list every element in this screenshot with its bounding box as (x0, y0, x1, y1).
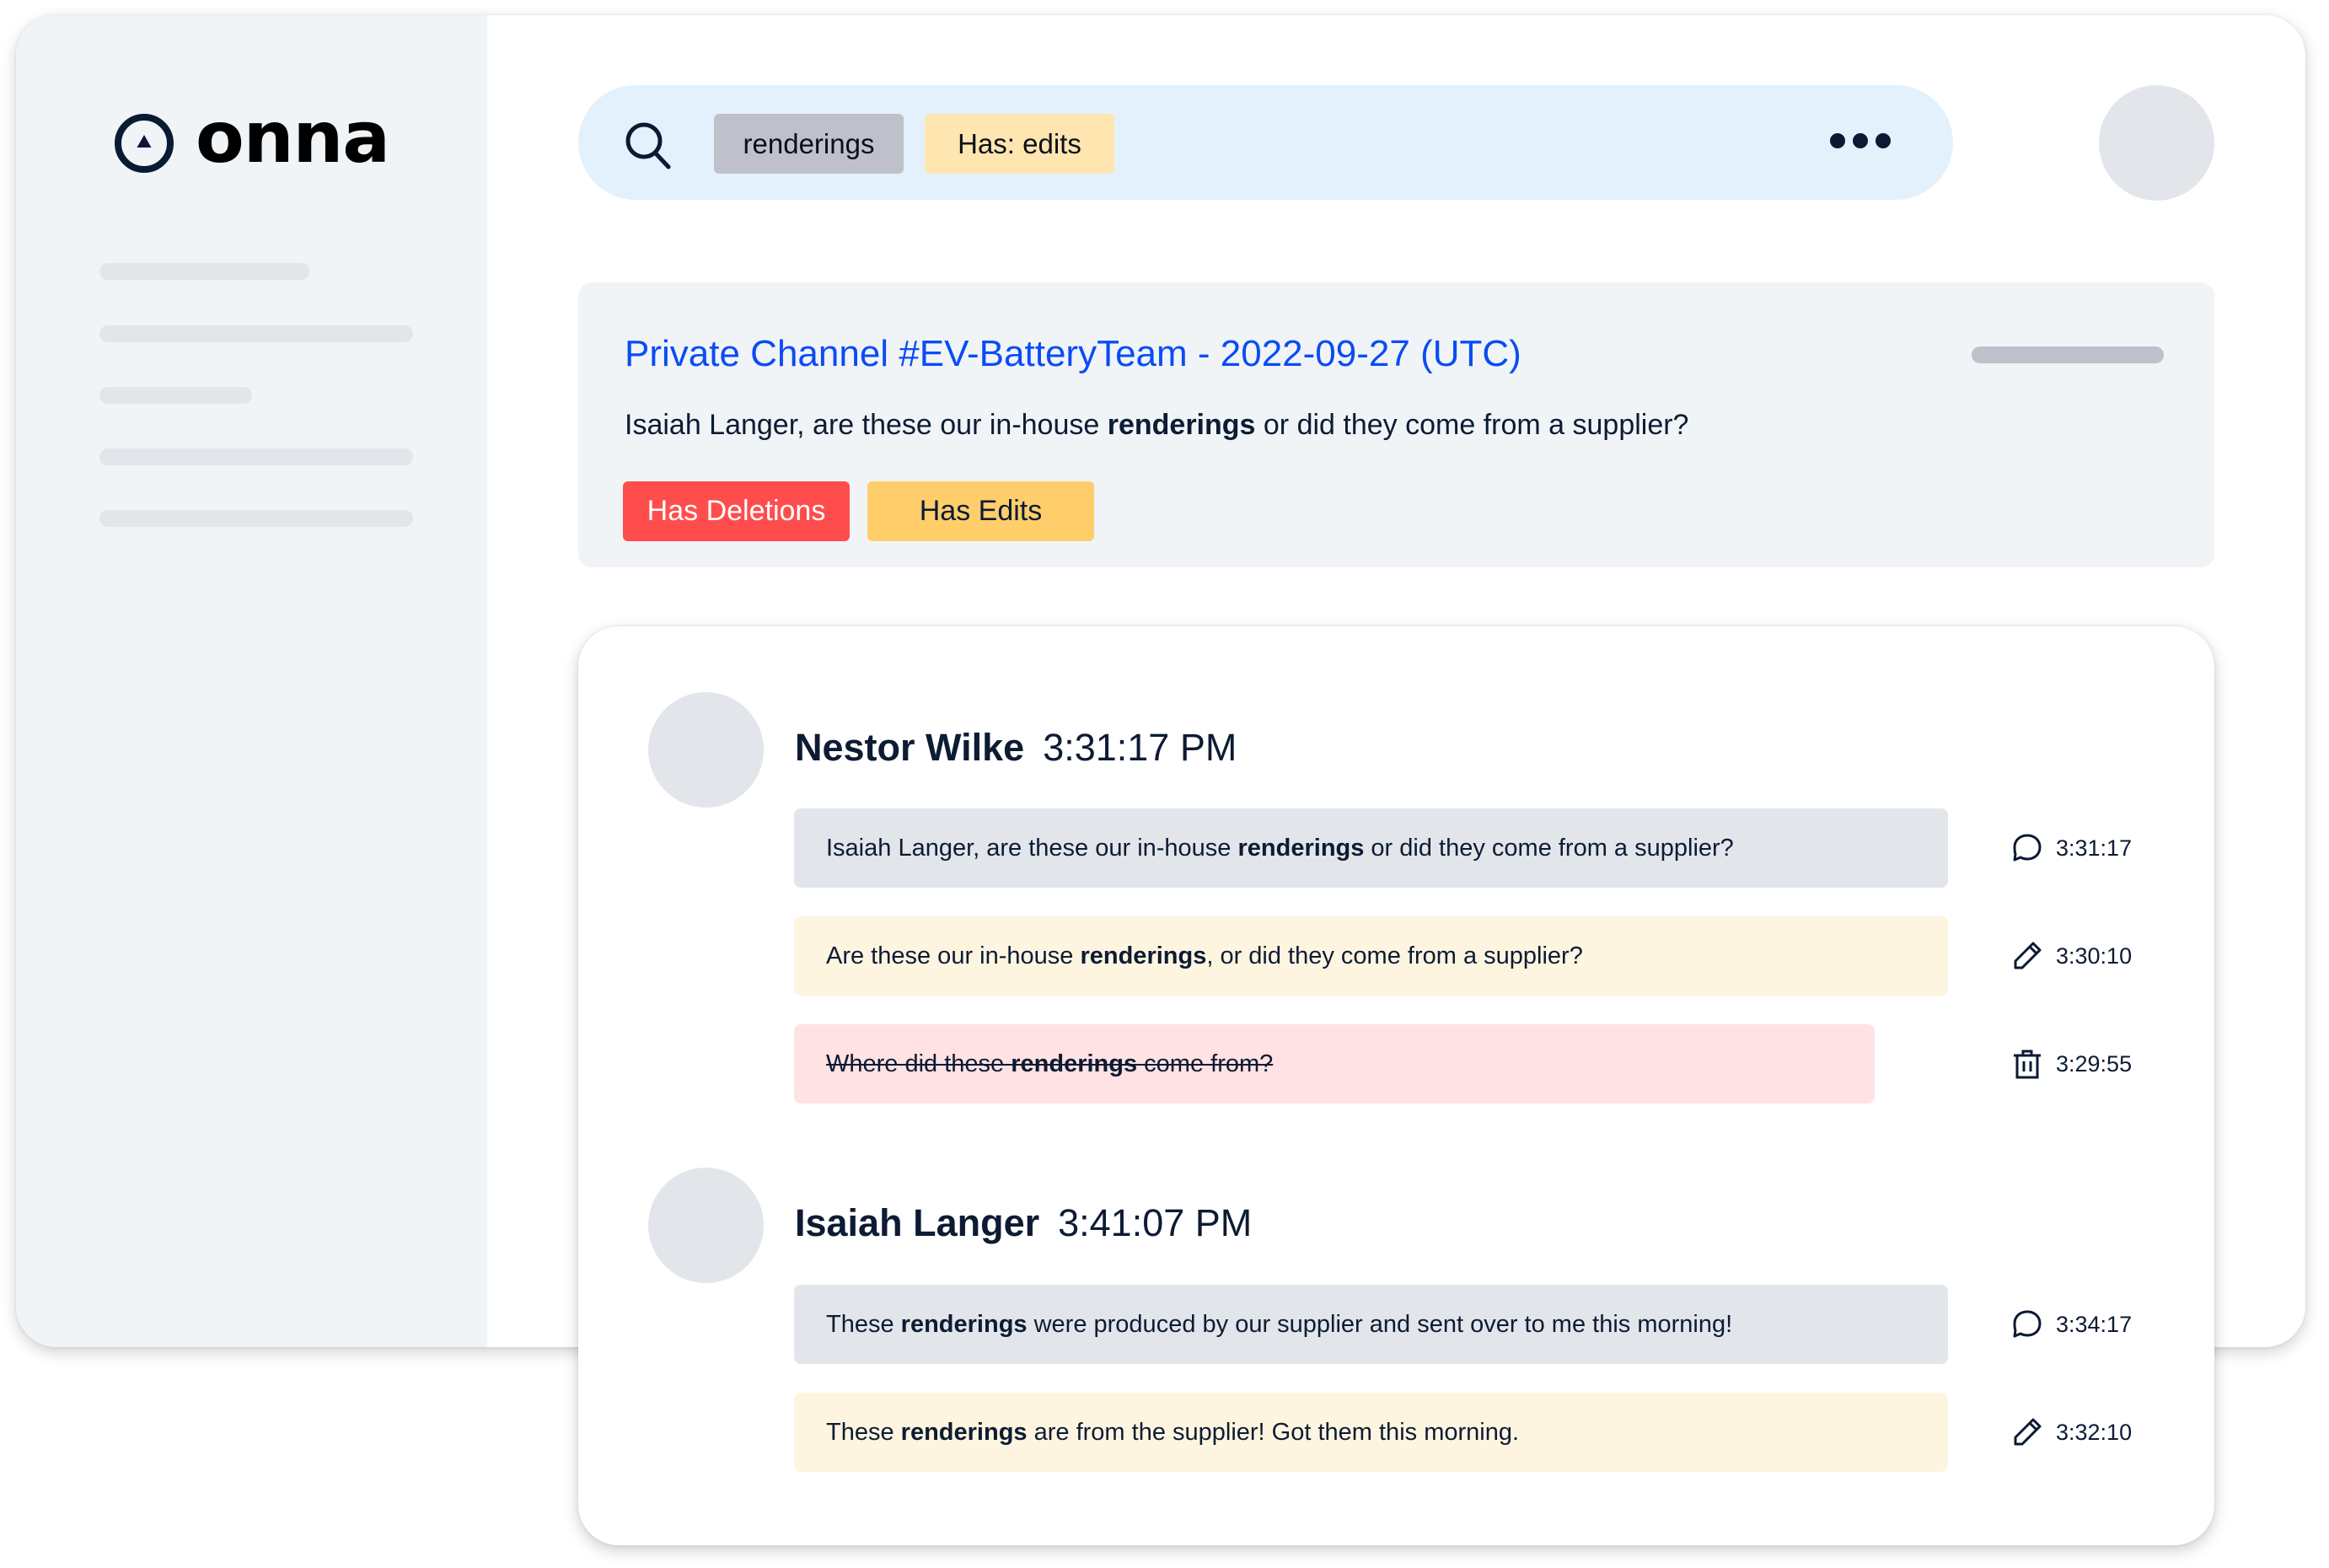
message-version-original[interactable]: Isaiah Langer, are these our in-house re… (794, 808, 1948, 888)
result-title-link[interactable]: Private Channel #EV-BatteryTeam - 2022-0… (625, 333, 1521, 375)
message-text: or did they come from a supplier? (1364, 835, 1734, 862)
brand-logo[interactable]: onna (113, 102, 390, 175)
sidebar-nav-placeholder[interactable] (99, 387, 252, 404)
search-bar[interactable]: renderings Has: edits (578, 85, 1953, 200)
author-avatar (648, 692, 764, 808)
result-meta-placeholder (1972, 346, 2164, 363)
version-meta: 3:31:17 (2011, 808, 2132, 888)
sidebar: onna (16, 15, 487, 1347)
message-version-edited[interactable]: Are these our in-house renderings, or di… (794, 916, 1948, 996)
chat-bubble-icon (2013, 1310, 2042, 1338)
message-version-original[interactable]: These renderings were produced by our su… (794, 1285, 1948, 1364)
message-version-edited[interactable]: These renderings are from the supplier! … (794, 1393, 1948, 1472)
result-snippet: Isaiah Langer, are these our in-house re… (625, 409, 1688, 442)
message-highlight: renderings (1080, 942, 1207, 969)
snippet-text: Isaiah Langer, are these our in-house (625, 409, 1108, 441)
message-text: were produced by our supplier and sent o… (1027, 1311, 1733, 1338)
search-filter-chip[interactable]: Has: edits (925, 114, 1114, 174)
message-highlight: renderings (900, 1311, 1028, 1338)
search-term-chip[interactable]: renderings (714, 114, 904, 174)
message-thread-card: Nestor Wilke 3:31:17 PM Isaiah Langer, ar… (578, 626, 2214, 1545)
version-time: 3:31:17 (2056, 835, 2133, 861)
message-text: These (826, 1311, 901, 1338)
version-meta: 3:34:17 (2011, 1285, 2132, 1364)
author-avatar (648, 1168, 764, 1283)
more-horizontal-icon (1853, 133, 1868, 148)
sidebar-nav-placeholder[interactable] (99, 263, 309, 280)
author-name: Nestor Wilke (795, 726, 1025, 769)
message-text: , or did they come from a supplier? (1206, 942, 1583, 969)
snippet-highlight: renderings (1107, 409, 1256, 441)
message-text: are from the supplier! Got them this mor… (1027, 1419, 1520, 1446)
message-time: 3:41:07 PM (1058, 1201, 1253, 1244)
has-edits-tag[interactable]: Has Edits (867, 481, 1094, 541)
more-horizontal-icon (1876, 133, 1891, 148)
message-highlight: renderings (1011, 1050, 1138, 1077)
message-highlight: renderings (900, 1419, 1028, 1446)
message-text: Are these our in-house (826, 942, 1081, 969)
version-time: 3:32:10 (2056, 1419, 2133, 1445)
brand-name: onna (196, 96, 390, 179)
search-icon[interactable] (624, 121, 673, 169)
search-result-card[interactable]: Private Channel #EV-BatteryTeam - 2022-0… (578, 282, 2214, 567)
version-time: 3:29:55 (2056, 1050, 2133, 1077)
message-highlight: renderings (1237, 835, 1365, 862)
message-text: These (826, 1419, 901, 1446)
message-version-deleted[interactable]: Where did these renderings come from? (794, 1024, 1875, 1104)
message-text: Isaiah Langer, are these our in-house (826, 835, 1238, 862)
version-time: 3:30:10 (2056, 942, 2133, 969)
message-text: Where did these (826, 1050, 1012, 1077)
message-time: 3:31:17 PM (1043, 726, 1237, 769)
sidebar-nav-placeholder[interactable] (99, 325, 413, 342)
pencil-icon (2014, 1418, 2042, 1446)
user-avatar[interactable] (2099, 85, 2214, 201)
onna-logo-icon (115, 114, 174, 173)
version-time: 3:34:17 (2056, 1311, 2133, 1337)
sidebar-nav-placeholder[interactable] (99, 510, 413, 527)
version-meta: 3:30:10 (2011, 916, 2132, 996)
snippet-text: or did they come from a supplier? (1255, 409, 1689, 441)
more-options-button[interactable] (1830, 133, 1891, 148)
version-meta: 3:32:10 (2011, 1393, 2132, 1472)
message-header: Nestor Wilke 3:31:17 PM (795, 726, 1237, 770)
version-meta: 3:29:55 (2011, 1024, 2132, 1104)
author-name: Isaiah Langer (795, 1201, 1040, 1244)
pencil-icon (2014, 942, 2042, 969)
trash-icon (2014, 1050, 2041, 1079)
more-horizontal-icon (1830, 133, 1845, 148)
has-deletions-tag[interactable]: Has Deletions (623, 481, 850, 541)
message-text: come from? (1137, 1050, 1274, 1077)
chat-bubble-icon (2013, 834, 2042, 862)
message-header: Isaiah Langer 3:41:07 PM (795, 1201, 1252, 1245)
sidebar-nav-placeholder[interactable] (99, 448, 413, 465)
